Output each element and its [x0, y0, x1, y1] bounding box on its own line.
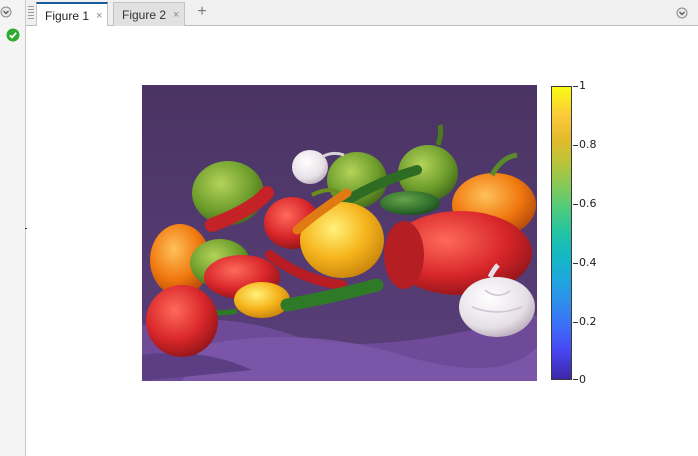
colorbar-tick [573, 204, 578, 205]
tab-label: Figure 1 [45, 8, 90, 23]
image-axes[interactable] [142, 85, 537, 381]
colorbar[interactable] [551, 86, 572, 380]
colorbar-tick-label: 1 [579, 79, 586, 92]
colorbar-tick [573, 379, 578, 380]
add-tab-icon[interactable]: + [194, 4, 210, 20]
colorbar-tick [573, 322, 578, 323]
panel-menu-icon[interactable] [0, 5, 12, 18]
peppers-image [142, 85, 537, 381]
close-icon[interactable]: × [173, 9, 179, 21]
tab-label: Figure 2 [122, 7, 167, 22]
tab-figure-2[interactable]: Figure 2 × [113, 2, 185, 26]
colorbar-tick [573, 86, 578, 87]
colorbar-tick-label: 0.2 [579, 315, 597, 328]
figure-tab-bar: Figure 1 × Figure 2 × + [26, 0, 698, 27]
colorbar-tick [573, 145, 578, 146]
left-gutter [0, 0, 28, 456]
drag-grip-icon[interactable] [28, 6, 34, 20]
tab-figure-1[interactable]: Figure 1 × [36, 2, 108, 27]
colorbar-tick-label: 0 [579, 373, 586, 386]
colorbar-tick-label: 0.8 [579, 138, 597, 151]
colorbar-tick-label: 0.6 [579, 197, 597, 210]
tab-menu-icon[interactable] [676, 6, 688, 19]
check-circle-icon [6, 28, 20, 42]
colorbar-tick [573, 263, 578, 264]
close-icon[interactable]: × [96, 10, 102, 22]
colorbar-tick-label: 0.4 [579, 256, 597, 269]
